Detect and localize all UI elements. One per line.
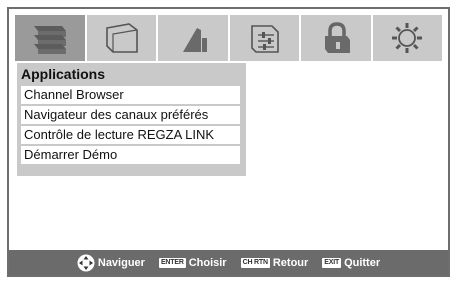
audio-icon bbox=[182, 28, 207, 52]
back-label: Retour bbox=[272, 256, 309, 269]
top-icon-bar bbox=[15, 15, 442, 61]
setup-icon bbox=[392, 23, 423, 53]
back-hint: CH RTN Retour bbox=[240, 256, 309, 269]
navigation-pad-icon bbox=[77, 254, 95, 272]
menu-item-favorite-channels[interactable]: Navigateur des canaux préférés bbox=[21, 106, 240, 124]
tab-picture[interactable] bbox=[87, 15, 158, 61]
preferences-icon bbox=[251, 25, 280, 53]
choose-hint: ENTER Choisir bbox=[158, 256, 227, 269]
tab-lock[interactable] bbox=[301, 15, 373, 61]
menu-item-start-demo[interactable]: Démarrer Démo bbox=[21, 146, 240, 164]
menu-item-regza-link-playback[interactable]: Contrôle de lecture REGZA LINK bbox=[21, 126, 240, 144]
tab-preferences[interactable] bbox=[230, 15, 301, 61]
choose-label: Choisir bbox=[188, 256, 227, 269]
tab-setup[interactable] bbox=[373, 15, 443, 61]
ch-rtn-key-icon: CH RTN bbox=[240, 257, 270, 268]
tab-applications[interactable] bbox=[15, 15, 87, 61]
navigate-label: Naviguer bbox=[97, 256, 145, 269]
tv-menu-screen: Applications Channel Browser Navigateur … bbox=[7, 7, 450, 277]
exit-label: Quitter bbox=[344, 256, 381, 269]
applications-menu: Applications Channel Browser Navigateur … bbox=[17, 63, 246, 176]
tab-audio[interactable] bbox=[158, 15, 230, 61]
enter-key-icon: ENTER bbox=[158, 257, 186, 268]
menu-item-channel-browser[interactable]: Channel Browser bbox=[21, 86, 240, 104]
lock-icon bbox=[324, 22, 350, 53]
applications-icon bbox=[33, 26, 66, 54]
bottom-help-bar: Naviguer ENTER Choisir CH RTN Retour EXI… bbox=[9, 250, 448, 275]
menu-title: Applications bbox=[21, 66, 106, 82]
navigate-hint: Naviguer bbox=[77, 254, 145, 272]
exit-key-icon: EXIT bbox=[322, 257, 342, 268]
exit-hint: EXIT Quitter bbox=[322, 257, 380, 269]
picture-icon bbox=[106, 23, 139, 53]
